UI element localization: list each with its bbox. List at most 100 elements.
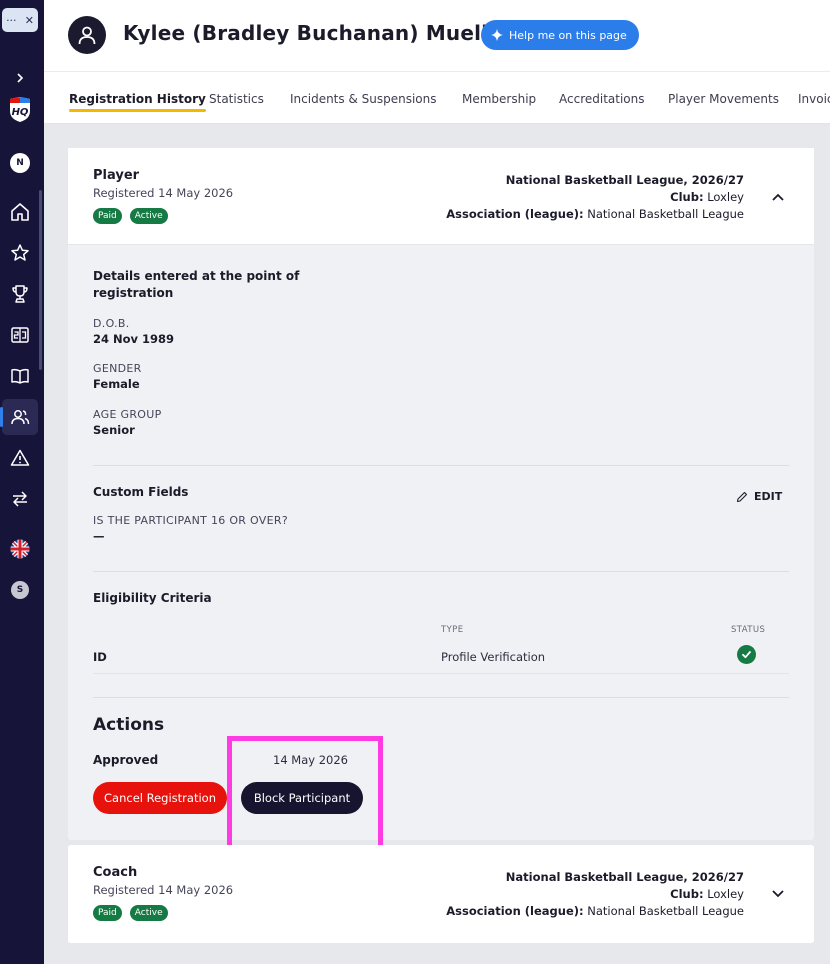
- app-logo[interactable]: HQ: [0, 92, 40, 128]
- window-controls[interactable]: ··· ✕: [2, 8, 38, 32]
- more-icon[interactable]: ···: [6, 14, 17, 27]
- registration-context: National Basketball League, 2026/27 Club…: [446, 172, 744, 223]
- status-badges: Paid Active: [93, 905, 168, 921]
- cancel-registration-button[interactable]: Cancel Registration: [93, 782, 227, 814]
- tab-incidents-suspensions[interactable]: Incidents & Suspensions: [290, 92, 437, 106]
- tab-invoices[interactable]: Invoic: [798, 92, 830, 106]
- paid-badge: Paid: [93, 905, 122, 921]
- registration-role: Player: [93, 168, 140, 183]
- sidebar-item-people[interactable]: [0, 399, 38, 435]
- transfer-icon: [13, 491, 27, 507]
- custom-field-age-question: IS THE PARTICIPANT 16 OR OVER? —: [93, 514, 288, 543]
- club-value: Loxley: [707, 887, 744, 901]
- page-header: Kylee (Bradley Buchanan) Mueller Help me…: [44, 0, 830, 72]
- club-label: Club:: [670, 190, 704, 204]
- user-icon: [78, 26, 96, 45]
- club-label: Club:: [670, 887, 704, 901]
- details-title: Details entered at the point of: [93, 269, 300, 283]
- highlight-box: [227, 736, 383, 850]
- registration-card-player: Player Registered 14 May 2026 Paid Activ…: [68, 148, 814, 840]
- league-season: National Basketball League, 2026/27: [505, 173, 744, 187]
- details-section: Details entered at the point of registra…: [93, 268, 299, 302]
- active-badge: Active: [129, 208, 168, 224]
- people-icon: [11, 410, 30, 425]
- divider: [93, 673, 789, 674]
- sidebar-item-resources[interactable]: [0, 358, 40, 394]
- divider: [93, 465, 789, 466]
- chevron-right-icon: [17, 73, 24, 83]
- close-icon[interactable]: ✕: [25, 14, 34, 27]
- league-season: National Basketball League, 2026/27: [505, 870, 744, 884]
- association-label: Association (league):: [446, 207, 584, 221]
- expand-button[interactable]: [770, 886, 786, 902]
- divider: [93, 571, 789, 572]
- active-badge: Active: [129, 905, 168, 921]
- edit-custom-fields-button[interactable]: EDIT: [736, 490, 782, 503]
- hq-logo-icon: HQ: [10, 97, 30, 122]
- collapse-button[interactable]: [770, 189, 786, 205]
- custom-field-value: —: [93, 529, 105, 543]
- tab-bar: Registration History Statistics Incident…: [44, 72, 830, 124]
- pencil-icon: [736, 491, 748, 502]
- registration-date: Registered 14 May 2026: [93, 883, 234, 897]
- svg-text:HQ: HQ: [12, 107, 29, 118]
- registration-card-header[interactable]: Coach Registered 14 May 2026 Paid Active…: [68, 845, 814, 943]
- tab-registration-history[interactable]: Registration History: [69, 92, 206, 112]
- registration-card-header[interactable]: Player Registered 14 May 2026 Paid Activ…: [68, 148, 814, 245]
- sidebar-item-incidents[interactable]: [0, 440, 40, 476]
- tab-accreditations[interactable]: Accreditations: [559, 92, 645, 106]
- check-icon: [742, 651, 751, 659]
- user-avatar: S: [11, 581, 29, 599]
- eligibility-status-header: STATUS: [731, 625, 766, 635]
- club-value: Loxley: [707, 190, 744, 204]
- paid-badge: Paid: [93, 208, 122, 224]
- eligibility-row-type: Profile Verification: [441, 650, 546, 664]
- eligibility-title: Eligibility Criteria: [93, 591, 212, 605]
- sidebar-item-transfers[interactable]: [0, 481, 40, 517]
- sidebar: ··· ✕ HQ N S: [0, 0, 44, 964]
- custom-field-label: IS THE PARTICIPANT 16 OR OVER?: [93, 514, 288, 527]
- registration-date: Registered 14 May 2026: [93, 186, 234, 200]
- association-label: Association (league):: [446, 904, 584, 918]
- sidebar-item-scores[interactable]: [0, 317, 40, 353]
- dob-field: D.O.B. 24 Nov 1989: [93, 317, 174, 346]
- star-icon: [11, 244, 29, 261]
- sidebar-item-favourites[interactable]: [0, 235, 40, 271]
- tab-membership[interactable]: Membership: [462, 92, 536, 106]
- registration-card-coach: Coach Registered 14 May 2026 Paid Active…: [68, 845, 814, 943]
- registration-role: Coach: [93, 865, 138, 880]
- custom-fields-section: Custom Fields: [93, 484, 188, 501]
- actions-title: Actions: [93, 715, 165, 735]
- divider: [93, 697, 789, 698]
- approval-status: Approved: [93, 753, 159, 767]
- trophy-icon: [12, 285, 28, 303]
- status-badges: Paid Active: [93, 208, 168, 224]
- sidebar-item-home[interactable]: [0, 194, 40, 230]
- expand-sidebar-button[interactable]: [0, 60, 40, 96]
- org-avatar: N: [10, 153, 30, 173]
- gender-label: GENDER: [93, 362, 142, 375]
- org-switcher[interactable]: N: [0, 145, 40, 181]
- help-button[interactable]: Help me on this page: [481, 20, 639, 50]
- age-group-field: AGE GROUP Senior: [93, 408, 162, 437]
- scoreboard-icon: [11, 327, 29, 343]
- warning-icon: [10, 449, 30, 466]
- avatar: [68, 16, 106, 54]
- tab-player-movements[interactable]: Player Movements: [668, 92, 779, 106]
- user-menu[interactable]: S: [0, 572, 40, 608]
- tab-statistics[interactable]: Statistics: [209, 92, 264, 106]
- age-group-value: Senior: [93, 423, 135, 437]
- age-group-label: AGE GROUP: [93, 408, 162, 421]
- language-selector[interactable]: [0, 531, 40, 567]
- sparkle-icon: [491, 29, 503, 41]
- association-value: National Basketball League: [587, 904, 744, 918]
- verified-check-icon: [737, 645, 756, 664]
- eligibility-section: Eligibility Criteria: [93, 590, 212, 607]
- association-value: National Basketball League: [587, 207, 744, 221]
- registration-context: National Basketball League, 2026/27 Club…: [446, 869, 744, 920]
- uk-flag-icon: [10, 539, 30, 559]
- gender-field: GENDER Female: [93, 362, 142, 391]
- details-title-line2: registration: [93, 286, 174, 300]
- dob-label: D.O.B.: [93, 317, 130, 330]
- sidebar-item-competitions[interactable]: [0, 276, 40, 312]
